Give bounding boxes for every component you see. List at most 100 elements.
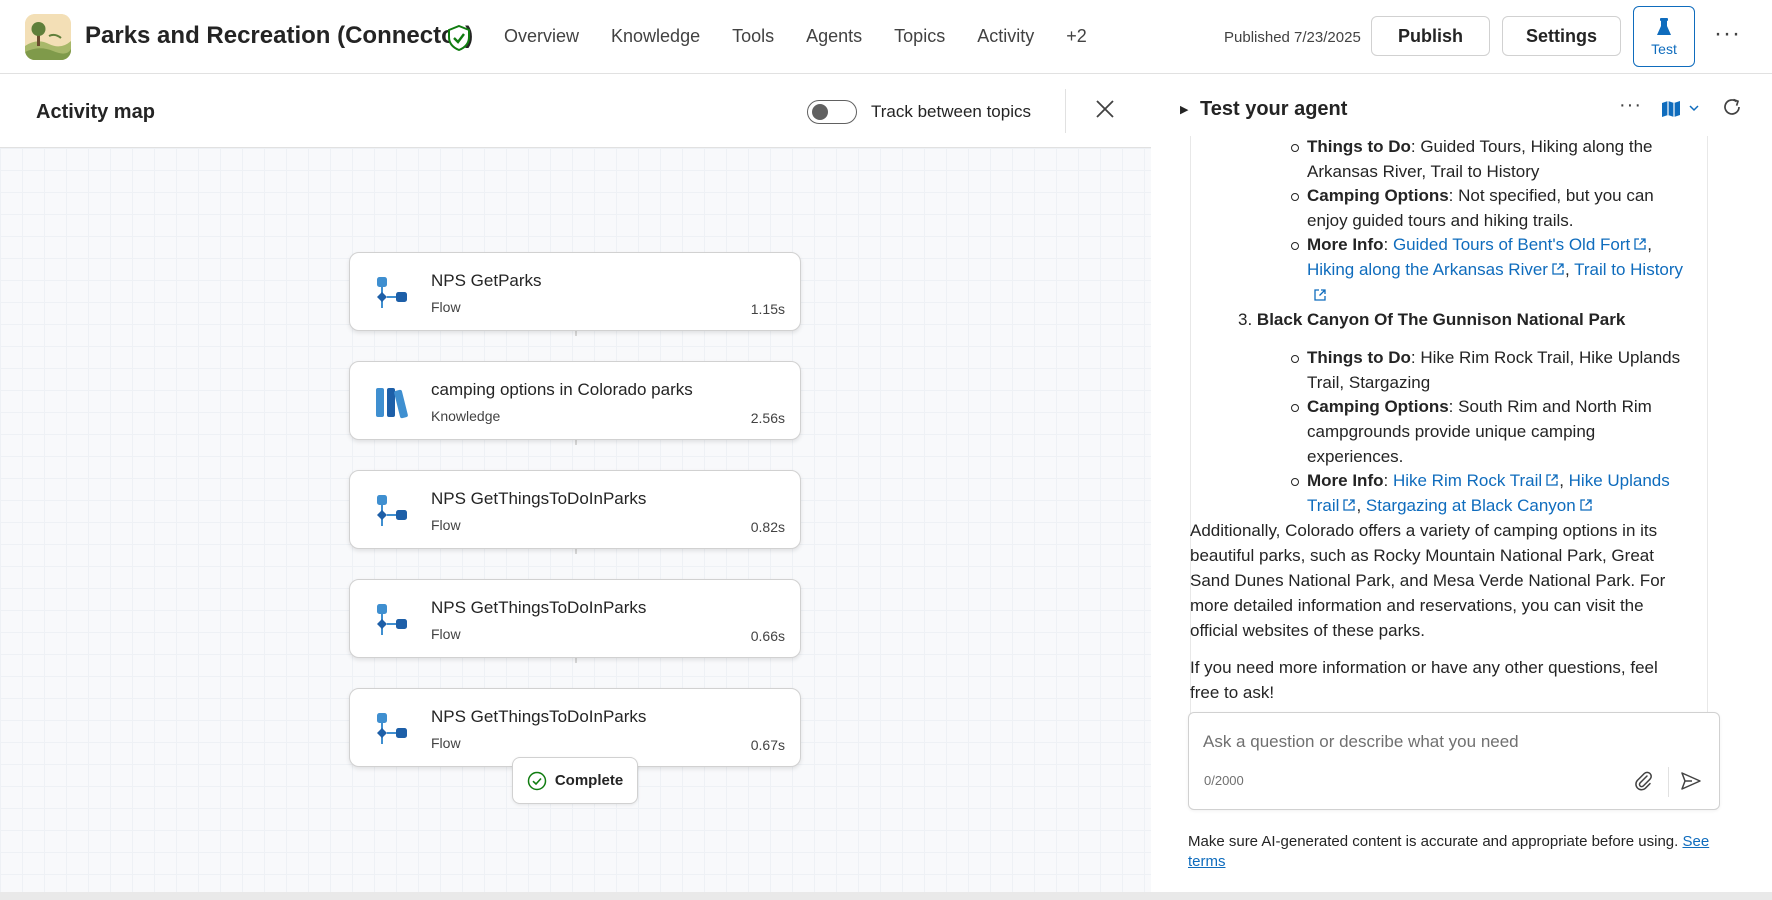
step-type: Knowledge <box>431 408 501 424</box>
chat-line: Hiking along the Arkansas River, Trail t… <box>1307 260 1684 279</box>
track-topics-toggle[interactable] <box>807 100 857 124</box>
nav-overflow[interactable]: +2 <box>1066 26 1087 47</box>
input-divider <box>1668 767 1669 797</box>
external-link-icon <box>1343 499 1356 511</box>
bullet <box>1291 144 1299 152</box>
activity-step-card[interactable]: camping options in Colorado parks Knowle… <box>349 361 801 440</box>
map-icon[interactable] <box>1661 99 1681 119</box>
bullet <box>1291 404 1299 412</box>
chat-line: Sand Dunes National Park, and Mesa Verde… <box>1190 571 1666 590</box>
activity-step-card[interactable]: NPS GetParks Flow 1.15s <box>349 252 801 331</box>
chat-line: enjoy guided tours and hiking trails. <box>1307 211 1574 230</box>
header-divider <box>1065 89 1066 133</box>
complete-badge: Complete <box>512 757 638 804</box>
step-type: Flow <box>431 299 461 315</box>
nav-agents[interactable]: Agents <box>806 26 862 47</box>
step-title: NPS GetThingsToDoInParks <box>431 489 647 508</box>
nav-tools[interactable]: Tools <box>732 26 774 47</box>
info-link[interactable]: Hiking along the Arkansas River <box>1307 260 1548 279</box>
step-duration: 0.82s <box>750 519 785 535</box>
shield-check-icon <box>448 25 470 51</box>
flow-icon <box>377 713 407 744</box>
chat-line: More Info: Guided Tours of Bent's Old Fo… <box>1307 235 1652 254</box>
app-title: Parks and Recreation (Connector) <box>85 22 474 49</box>
more-options-icon[interactable]: ··· <box>1714 20 1741 48</box>
chat-line: If you need more information or have any… <box>1190 658 1658 677</box>
info-link[interactable]: Trail <box>1307 496 1339 515</box>
publish-button[interactable]: Publish <box>1371 16 1490 56</box>
track-topics-label: Track between topics <box>871 102 1031 121</box>
activity-map-header: Activity map Track between topics <box>0 74 1151 148</box>
send-icon[interactable] <box>1679 769 1703 793</box>
toggle-knob <box>812 104 828 120</box>
flow-icon <box>377 604 407 635</box>
chat-line: Additionally, Colorado offers a variety … <box>1190 521 1658 540</box>
step-duration: 0.66s <box>750 628 785 644</box>
chat-line: More Info: Hike Rim Rock Trail, Hike Upl… <box>1307 471 1670 490</box>
info-link[interactable]: Trail to History <box>1574 260 1683 279</box>
step-duration: 1.15s <box>750 301 785 317</box>
refresh-icon[interactable] <box>1721 96 1743 118</box>
step-title: camping options in Colorado parks <box>431 380 693 399</box>
info-link[interactable]: Hike Rim Rock Trail <box>1393 471 1542 490</box>
test-button-label: Test <box>1651 40 1677 57</box>
settings-button[interactable]: Settings <box>1502 16 1621 56</box>
activity-step-card[interactable]: NPS GetThingsToDoInParks Flow 0.67s <box>349 688 801 767</box>
bottom-edge <box>0 892 1772 900</box>
info-link[interactable]: Guided Tours of Bent's Old Fort <box>1393 235 1630 254</box>
test-button[interactable]: Test <box>1633 6 1695 67</box>
chat-line: free to ask! <box>1190 683 1275 702</box>
flow-icon <box>377 277 407 308</box>
check-circle-icon <box>527 771 547 790</box>
collapse-caret-icon[interactable]: ▶ <box>1180 103 1188 116</box>
complete-label: Complete <box>554 772 624 789</box>
chat-line: Things to Do: Hike Rim Rock Trail, Hike … <box>1307 348 1681 367</box>
top-nav: Overview Knowledge Tools Agents Topics A… <box>504 26 1119 47</box>
chat-line: Camping Options: South Rim and North Rim <box>1307 397 1652 416</box>
external-link-icon[interactable] <box>1313 288 1327 302</box>
more-options-icon[interactable]: ··· <box>1619 94 1642 117</box>
flask-icon <box>1657 17 1671 35</box>
external-link-icon <box>1552 263 1564 275</box>
nav-activity[interactable]: Activity <box>977 26 1034 47</box>
nav-topics[interactable]: Topics <box>894 26 945 47</box>
step-type: Flow <box>431 517 461 533</box>
test-agent-panel: ▶ Test your agent ··· Things to Do: Guid… <box>1152 74 1772 892</box>
bullet <box>1291 478 1299 486</box>
chat-line: Camping Options: Not specified, but you … <box>1307 186 1654 205</box>
bullet <box>1291 242 1299 250</box>
chat-input-box: 0/2000 <box>1188 712 1720 810</box>
step-duration: 0.67s <box>750 737 785 753</box>
published-date: Published 7/23/2025 <box>1224 29 1361 46</box>
bullet <box>1291 193 1299 201</box>
ai-disclaimer: Make sure AI-generated content is accura… <box>1188 833 1710 870</box>
close-icon[interactable] <box>1094 98 1116 120</box>
app-logo-icon <box>25 14 71 60</box>
attach-icon[interactable] <box>1631 769 1655 793</box>
step-type: Flow <box>431 735 461 751</box>
char-count: 0/2000 <box>1204 773 1244 788</box>
chevron-down-icon[interactable] <box>1688 102 1700 114</box>
chat-line: official websites of these parks. <box>1190 621 1425 640</box>
step-title: NPS GetThingsToDoInParks <box>431 598 647 617</box>
activity-step-card[interactable]: NPS GetThingsToDoInParks Flow 0.82s <box>349 470 801 549</box>
chat-line: more detailed information and reservatio… <box>1190 596 1644 615</box>
chat-line: 3. Black Canyon Of The Gunnison National… <box>1238 310 1626 329</box>
nav-knowledge[interactable]: Knowledge <box>611 26 700 47</box>
nav-overview[interactable]: Overview <box>504 26 579 47</box>
external-link-icon <box>1546 474 1558 486</box>
agent-message: Things to Do: Guided Tours, Hiking along… <box>1190 136 1708 781</box>
info-link[interactable]: Stargazing at Black Canyon <box>1366 496 1576 515</box>
step-type: Flow <box>431 626 461 642</box>
bullet <box>1291 355 1299 363</box>
chat-line: Trail, Stargazing at Black Canyon <box>1307 495 1593 517</box>
activity-step-card[interactable]: NPS GetThingsToDoInParks Flow 0.66s <box>349 579 801 658</box>
step-title: NPS GetParks <box>431 271 542 290</box>
chat-line: beautiful parks, such as Rocky Mountain … <box>1190 546 1654 565</box>
top-header: Parks and Recreation (Connector) Overvie… <box>0 0 1772 74</box>
chat-transcript[interactable]: Things to Do: Guided Tours, Hiking along… <box>1152 136 1772 781</box>
chat-input[interactable] <box>1203 729 1703 755</box>
chat-line: Things to Do: Guided Tours, Hiking along… <box>1307 137 1653 156</box>
info-link[interactable]: Hike Uplands <box>1569 471 1670 490</box>
activity-map-panel: Activity map Track between topics NPS Ge… <box>0 74 1151 892</box>
